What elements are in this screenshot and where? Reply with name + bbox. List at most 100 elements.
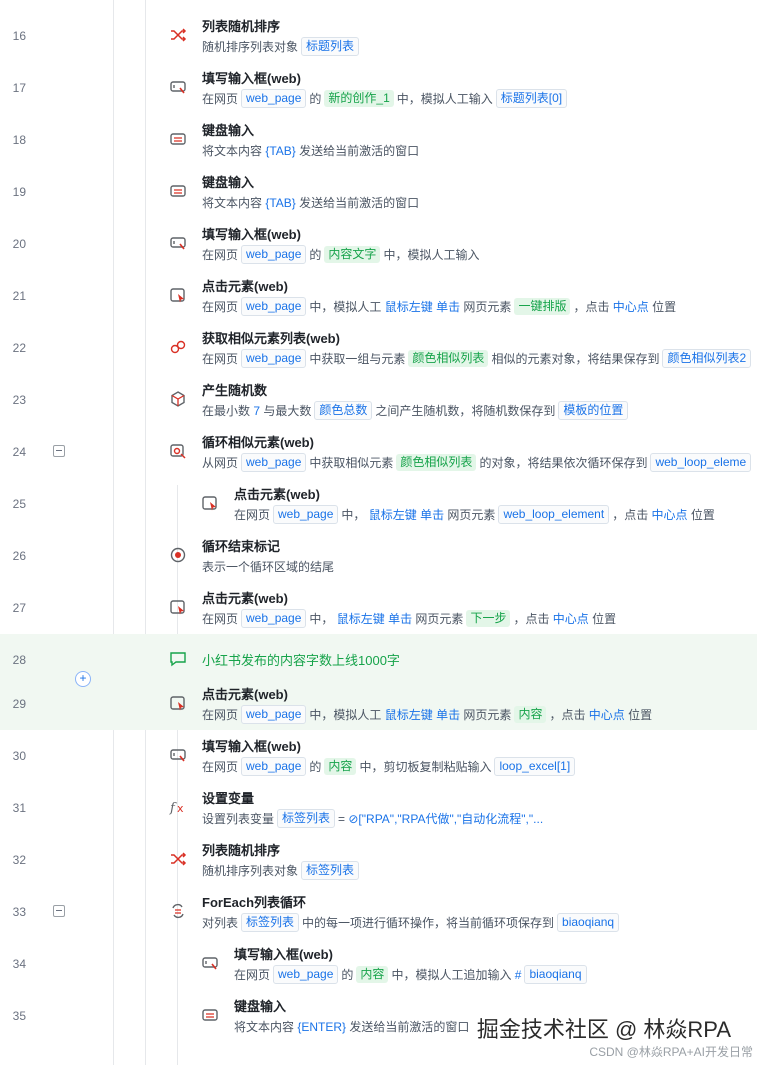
step-description: 在最小数 7 与最大数 颜色总数 之间产生随机数，将随机数保存到 模板的位置 bbox=[202, 400, 631, 421]
collapse-block-button[interactable] bbox=[53, 445, 65, 457]
flow-step-row[interactable]: 16 列表随机排序 随机排序列表对象 标题列表 bbox=[0, 10, 757, 62]
flow-step-row[interactable]: 22 获取相似元素列表(web) 在网页 web_page 中获取一组与元素 颜色相似列表… bbox=[0, 322, 757, 374]
flow-step-row[interactable]: 34 填写输入框(web) 在网页 web_page 的内容 中，模拟人工追加输入 # bi… bbox=[0, 938, 757, 990]
description-text: 从网页 bbox=[202, 455, 239, 470]
keyboard-icon bbox=[169, 130, 187, 148]
line-number: 24 bbox=[12, 445, 26, 459]
description-text: 网页元素 bbox=[444, 507, 496, 522]
flow-step-row[interactable]: 23 产生随机数 在最小数 7 与最大数 颜色总数 之间产生随机数，将随机数保存到 模板的… bbox=[0, 374, 757, 426]
variable-tag[interactable]: web_page bbox=[241, 757, 307, 777]
add-step-button[interactable]: + bbox=[75, 671, 91, 687]
element-tag[interactable]: 内容 bbox=[356, 966, 389, 984]
line-number: 32 bbox=[12, 853, 26, 867]
line-number: 34 bbox=[12, 957, 26, 971]
element-tag[interactable]: 内容文字 bbox=[324, 246, 381, 264]
flow-step-row[interactable]: 18 键盘输入 将文本内容 {TAB} 发送给当前激活的窗口 bbox=[0, 114, 757, 166]
param-value[interactable]: 鼠标左键 单击 bbox=[385, 708, 460, 722]
step-title: 键盘输入 bbox=[234, 999, 287, 1014]
element-tag[interactable]: 一键排版 bbox=[514, 298, 571, 316]
param-value[interactable]: # bbox=[515, 968, 522, 982]
variable-tag[interactable]: 颜色相似列表2 bbox=[662, 349, 752, 369]
step-description: 表示一个循环区域的结尾 bbox=[202, 556, 334, 577]
param-value[interactable]: 中心点 bbox=[589, 708, 625, 722]
description-text: 网页元素 bbox=[412, 611, 464, 626]
variable-tag[interactable]: web_page bbox=[241, 245, 307, 265]
element-tag[interactable]: 颜色相似列表 bbox=[408, 350, 489, 368]
line-number: 27 bbox=[12, 601, 26, 615]
variable-tag[interactable]: web_loop_eleme bbox=[650, 453, 752, 473]
variable-tag[interactable]: web_page bbox=[273, 965, 339, 985]
variable-tag[interactable]: biaoqianq bbox=[557, 913, 620, 933]
description-text: 的 bbox=[309, 759, 322, 774]
variable-tag[interactable]: 颜色总数 bbox=[314, 401, 373, 421]
variable-tag[interactable]: 标签列表 bbox=[301, 861, 360, 881]
param-value[interactable]: {ENTER} bbox=[297, 1020, 346, 1034]
description-text: 对列表 bbox=[202, 915, 239, 930]
element-tag[interactable]: 下一步 bbox=[466, 610, 511, 628]
flow-step-row[interactable]: 17 填写输入框(web) 在网页 web_page 的新的创作_1 中，模拟人工输入 标题… bbox=[0, 62, 757, 114]
flow-step-row[interactable]: 20 填写输入框(web) 在网页 web_page 的内容文字 中，模拟人工输入 bbox=[0, 218, 757, 270]
param-value[interactable]: 中心点 bbox=[613, 300, 649, 314]
variable-tag[interactable]: web_page bbox=[241, 297, 307, 317]
comment-icon bbox=[169, 650, 187, 668]
variable-tag[interactable]: web_page bbox=[241, 705, 307, 725]
flow-step-row[interactable]: 25 点击元素(web) 在网页 web_page 中， 鼠标左键 单击 网页元素 web… bbox=[0, 478, 757, 530]
line-number: 30 bbox=[12, 749, 26, 763]
description-text: 位置 bbox=[588, 611, 617, 626]
description-text: 将文本内容 bbox=[202, 143, 266, 158]
description-text: 在网页 bbox=[202, 247, 239, 262]
variable-tag[interactable]: loop_excel[1] bbox=[494, 757, 576, 777]
fx-variable-icon: fx bbox=[169, 798, 187, 816]
element-tag[interactable]: 内容 bbox=[514, 706, 547, 724]
flow-step-row[interactable]: 29 点击元素(web) 在网页 web_page 中，模拟人工 鼠标左键 单击 网页元… bbox=[0, 678, 757, 730]
param-value[interactable]: 鼠标左键 单击 bbox=[385, 300, 460, 314]
collapse-block-button[interactable] bbox=[53, 905, 65, 917]
variable-tag[interactable]: biaoqianq bbox=[524, 965, 587, 985]
step-title: 点击元素(web) bbox=[202, 279, 288, 294]
description-text: 中，模拟人工追加输入 bbox=[391, 967, 515, 982]
variable-tag[interactable]: web_loop_element bbox=[498, 505, 610, 525]
variable-tag[interactable]: web_page bbox=[241, 89, 307, 109]
param-value[interactable]: {TAB} bbox=[265, 196, 295, 210]
variable-tag[interactable]: 标题列表 bbox=[301, 37, 360, 57]
flow-step-row[interactable]: 24 循环相似元素(web) 从网页 web_page 中获取相似元素 颜色相似列表 的对象… bbox=[0, 426, 757, 478]
flow-step-row[interactable]: 27 点击元素(web) 在网页 web_page 中， 鼠标左键 单击 网页元素 下一步… bbox=[0, 582, 757, 634]
description-text: 在网页 bbox=[234, 507, 271, 522]
flow-step-row[interactable]: 21 点击元素(web) 在网页 web_page 中，模拟人工 鼠标左键 单击 网页元… bbox=[0, 270, 757, 322]
step-title: 设置变量 bbox=[202, 791, 255, 806]
flow-step-row[interactable]: 26 循环结束标记 表示一个循环区域的结尾 bbox=[0, 530, 757, 582]
variable-tag[interactable]: 模板的位置 bbox=[558, 401, 629, 421]
step-description: 在网页 web_page 中， 鼠标左键 单击 网页元素 下一步 ，点击 中心点 位置 bbox=[202, 608, 616, 629]
variable-tag[interactable]: web_page bbox=[241, 609, 307, 629]
step-title: 点击元素(web) bbox=[234, 487, 320, 502]
element-tag[interactable]: 内容 bbox=[324, 758, 357, 776]
variable-tag[interactable]: 标签列表 bbox=[241, 913, 300, 933]
param-value[interactable]: ⊘["RPA","RPA代做","自动化流程","... bbox=[348, 812, 543, 826]
variable-tag[interactable]: 标签列表 bbox=[277, 809, 336, 829]
variable-tag[interactable]: web_page bbox=[241, 349, 307, 369]
line-number: 25 bbox=[12, 497, 26, 511]
flow-step-row[interactable]: 33 ForEach列表循环 对列表 标签列表 中的每一项进行循环操作，将当前循环项保存… bbox=[0, 886, 757, 938]
description-text: 的 bbox=[309, 247, 322, 262]
description-text: ，点击 bbox=[513, 611, 553, 626]
step-title: 点击元素(web) bbox=[202, 687, 288, 702]
param-value[interactable]: 中心点 bbox=[553, 612, 589, 626]
variable-tag[interactable]: web_page bbox=[273, 505, 339, 525]
step-description: 在网页 web_page 中， 鼠标左键 单击 网页元素 web_loop_eleme… bbox=[234, 504, 715, 525]
param-value[interactable]: 鼠标左键 单击 bbox=[337, 612, 412, 626]
param-value[interactable]: {TAB} bbox=[265, 144, 295, 158]
shuffle-icon bbox=[169, 26, 187, 44]
element-tag[interactable]: 新的创作_1 bbox=[324, 90, 394, 108]
flow-step-row[interactable]: 31 f x 设置变量 设置列表变量 标签列表 = ⊘["RPA","RPA代做","自动化… bbox=[0, 782, 757, 834]
param-value[interactable]: 鼠标左键 单击 bbox=[369, 508, 444, 522]
flow-step-row[interactable]: 19 键盘输入 将文本内容 {TAB} 发送给当前激活的窗口 bbox=[0, 166, 757, 218]
flow-step-row[interactable]: 30 填写输入框(web) 在网页 web_page 的内容 中，剪切板复制粘贴输入 loo… bbox=[0, 730, 757, 782]
flow-step-row[interactable]: 32 列表随机排序 随机排序列表对象 标签列表 bbox=[0, 834, 757, 886]
line-number: 33 bbox=[12, 905, 26, 919]
description-text: 发送给当前激活的窗口 bbox=[295, 195, 420, 210]
element-tag[interactable]: 颜色相似列表 bbox=[396, 454, 477, 472]
variable-tag[interactable]: web_page bbox=[241, 453, 307, 473]
variable-tag[interactable]: 标题列表[0] bbox=[495, 89, 568, 109]
param-value[interactable]: 中心点 bbox=[652, 508, 688, 522]
step-description: 对列表 标签列表 中的每一项进行循环操作，将当前循环项保存到 biaoqianq bbox=[202, 912, 622, 933]
